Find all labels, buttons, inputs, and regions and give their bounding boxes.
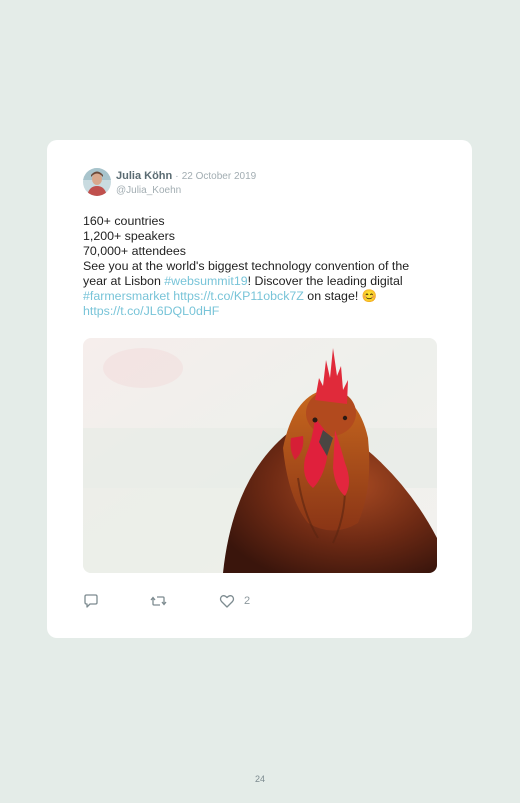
tweet-line: https://t.co/JL6DQL0dHF — [83, 304, 443, 319]
tweet-text-segment: on stage! — [303, 289, 362, 303]
tweet-text-segment: ! Discover the leading digital — [247, 274, 403, 288]
url-link[interactable]: https://t.co/KP11obck7Z — [173, 289, 304, 303]
tweet-line: 160+ countries — [83, 214, 165, 228]
heart-icon — [219, 595, 235, 608]
tweet-header: Julia Köhn · 22 October 2019 @Julia_Koeh… — [83, 168, 256, 198]
tweet-line: 70,000+ attendees — [83, 244, 187, 258]
tweet-line: year at Lisbon #websummit19! Discover th… — [83, 274, 443, 289]
tweet-text: 160+ countries 1,200+ speakers 70,000+ a… — [83, 214, 443, 319]
separator-dot: · — [175, 171, 179, 182]
retweet-button[interactable] — [150, 593, 167, 609]
author-block: Julia Köhn · 22 October 2019 @Julia_Koeh… — [116, 169, 256, 198]
reply-button[interactable] — [83, 593, 99, 609]
avatar[interactable] — [83, 168, 111, 196]
retweet-icon — [150, 596, 167, 606]
tweet-line: See you at the world's biggest technolog… — [83, 259, 410, 273]
url-link[interactable]: https://t.co/JL6DQL0dHF — [83, 304, 219, 318]
author-handle[interactable]: @Julia_Koehn — [116, 184, 256, 198]
tweet-date[interactable]: 22 October 2019 — [182, 171, 257, 182]
author-line: Julia Köhn · 22 October 2019 — [116, 169, 256, 184]
author-name[interactable]: Julia Köhn — [116, 170, 172, 182]
reply-icon — [84, 594, 98, 608]
like-button[interactable]: 2 — [219, 593, 250, 609]
smile-emoji: 😊 — [361, 289, 378, 303]
tweet-line: 1,200+ speakers — [83, 229, 175, 243]
tweet-text-segment: year at Lisbon — [83, 274, 165, 288]
hashtag-link[interactable]: #websummit19 — [164, 274, 247, 288]
like-count: 2 — [244, 595, 251, 607]
page-number: 24 — [254, 774, 265, 784]
tweet-line: #farmersmarket https://t.co/KP11obck7Z o… — [83, 289, 443, 304]
hashtag-link[interactable]: #farmersmarket — [83, 289, 170, 303]
tweet-photo[interactable] — [83, 338, 437, 573]
tweet-card: Julia Köhn · 22 October 2019 @Julia_Koeh… — [47, 140, 472, 638]
